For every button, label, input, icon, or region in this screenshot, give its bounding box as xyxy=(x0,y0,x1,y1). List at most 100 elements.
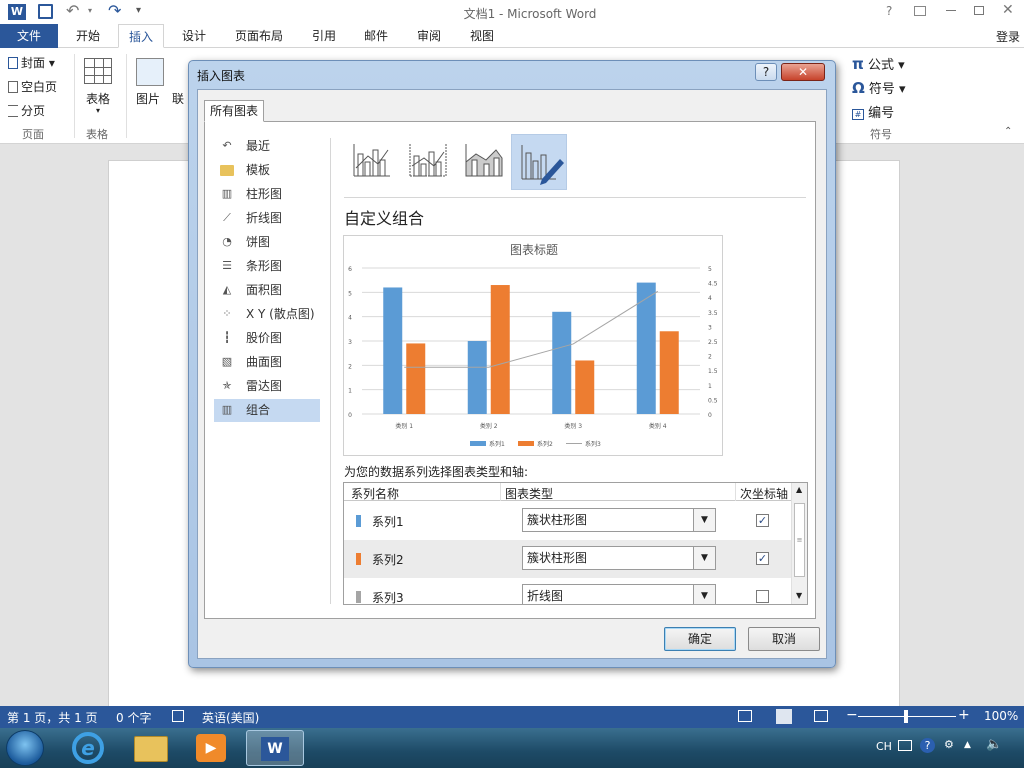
nav-radar[interactable]: ✯ 雷达图 xyxy=(214,375,320,397)
zoom-out-button[interactable]: − xyxy=(846,707,858,723)
restore-icon[interactable] xyxy=(974,6,984,15)
collapse-ribbon-icon[interactable]: ⌃ xyxy=(1004,126,1012,137)
scrollbar-thumb[interactable]: ≡ xyxy=(794,503,805,577)
media-player-icon[interactable]: ▶ xyxy=(196,734,226,762)
y-tick-label: 1 xyxy=(348,388,352,395)
volume-icon[interactable]: 🔈 xyxy=(986,737,1002,752)
nav-stock[interactable]: ┇ 股价图 xyxy=(214,327,320,349)
word-taskbar-button[interactable]: W xyxy=(246,730,304,766)
show-hidden-icons[interactable]: ▲ xyxy=(964,740,971,750)
folder-icon xyxy=(220,165,234,176)
secondary-axis-checkbox[interactable] xyxy=(756,590,769,603)
tab-references[interactable]: 引用 xyxy=(302,24,346,48)
tab-layout[interactable]: 页面布局 xyxy=(226,24,292,48)
tab-mailings[interactable]: 邮件 xyxy=(354,24,398,48)
read-mode-icon[interactable] xyxy=(738,710,752,722)
series-row: 系列1 簇状柱形图 ▼ ✓ xyxy=(344,502,791,540)
dropdown-arrow-icon[interactable]: ▼ xyxy=(693,585,715,604)
signin-link[interactable]: 登录 xyxy=(996,28,1020,45)
nav-scatter[interactable]: ⁘ X Y (散点图) xyxy=(214,303,320,325)
word-count[interactable]: 0 个字 xyxy=(116,709,151,726)
bar-chart-icon: ☰ xyxy=(222,259,232,272)
undo-icon[interactable]: ↶ xyxy=(66,1,79,20)
series-name: 系列1 xyxy=(372,515,404,529)
chart-type-select[interactable]: 簇状柱形图 ▼ xyxy=(522,508,716,532)
tab-review[interactable]: 审阅 xyxy=(406,24,452,48)
nav-column[interactable]: ▥ 柱形图 xyxy=(214,183,320,205)
tab-view[interactable]: 视图 xyxy=(460,24,504,48)
y-tick-label: 5 xyxy=(348,290,352,297)
nav-surface[interactable]: ▧ 曲面图 xyxy=(214,351,320,373)
nav-templates[interactable]: 模板 xyxy=(214,159,320,181)
ime-settings-icon[interactable]: ⚙ xyxy=(944,738,954,751)
combo-subtype-custom[interactable] xyxy=(511,134,567,190)
help-icon[interactable]: ? xyxy=(886,4,892,18)
blank-page-button[interactable]: 空白页 xyxy=(8,78,57,95)
tab-insert[interactable]: 插入 xyxy=(118,24,164,48)
word-app-icon[interactable]: W xyxy=(8,4,26,20)
tab-design[interactable]: 设计 xyxy=(172,24,216,48)
secondary-axis-checkbox[interactable]: ✓ xyxy=(756,514,769,527)
scroll-up-icon[interactable]: ▲ xyxy=(796,485,802,494)
nav-bar[interactable]: ☰ 条形图 xyxy=(214,255,320,277)
nav-line[interactable]: ⟋ 折线图 xyxy=(214,207,320,229)
table-dropdown-icon[interactable]: ▾ xyxy=(96,106,100,115)
language[interactable]: 英语(美国) xyxy=(202,709,259,726)
number-button[interactable]: # 编号 xyxy=(852,102,894,121)
file-explorer-icon[interactable] xyxy=(134,736,168,762)
tab-all-charts[interactable]: 所有图表 xyxy=(204,100,264,122)
web-layout-icon[interactable] xyxy=(814,710,828,722)
equation-button[interactable]: π 公式 ▾ xyxy=(852,54,905,73)
chart-type-select[interactable]: 折线图 ▼ xyxy=(522,584,716,604)
nav-pie[interactable]: ◔ 饼图 xyxy=(214,231,320,253)
dialog-help-button[interactable]: ? xyxy=(755,63,777,81)
dialog-close-button[interactable]: ✕ xyxy=(781,63,825,81)
combo-column-line-secondary-icon xyxy=(409,144,447,177)
customize-toolbar-icon[interactable]: ▾ xyxy=(136,5,141,16)
picture-button-label[interactable]: 图片 xyxy=(136,90,160,107)
ok-button[interactable]: 确定 xyxy=(664,627,736,651)
zoom-level[interactable]: 100% xyxy=(984,709,1018,723)
keyboard-icon[interactable] xyxy=(898,740,912,751)
chart-type-select[interactable]: 簇状柱形图 ▼ xyxy=(522,546,716,570)
nav-area[interactable]: ◭ 面积图 xyxy=(214,279,320,301)
symbol-button[interactable]: Ω 符号 ▾ xyxy=(852,78,906,97)
redo-icon[interactable]: ↷ xyxy=(108,1,121,20)
nav-combo[interactable]: ▥ 组合 xyxy=(214,399,320,422)
picture-icon[interactable] xyxy=(136,58,164,86)
undo-dropdown-icon[interactable]: ▾ xyxy=(88,6,92,15)
combo-subtype-2[interactable] xyxy=(402,136,452,186)
print-layout-icon[interactable] xyxy=(776,709,792,724)
close-icon[interactable]: ✕ xyxy=(1002,2,1014,18)
page-count[interactable]: 第 1 页，共 1 页 xyxy=(7,709,98,726)
ribbon-display-icon[interactable] xyxy=(914,6,926,16)
bar xyxy=(467,341,487,414)
nav-recent[interactable]: ↶ 最近 xyxy=(214,135,320,157)
tab-home[interactable]: 开始 xyxy=(66,24,110,48)
proofing-icon[interactable] xyxy=(172,710,184,722)
table-button-label[interactable]: 表格 xyxy=(86,90,110,107)
dropdown-arrow-icon[interactable]: ▼ xyxy=(693,547,715,569)
symbols-group-label: 符号 xyxy=(870,128,892,141)
page-break-button[interactable]: 分页 xyxy=(8,102,45,119)
save-icon[interactable] xyxy=(38,4,53,19)
cover-page-button[interactable]: 封面 ▾ xyxy=(8,54,55,71)
tab-file[interactable]: 文件 xyxy=(0,24,58,48)
zoom-in-button[interactable]: + xyxy=(958,707,970,723)
online-picture-label[interactable]: 联 xyxy=(172,90,184,107)
input-language[interactable]: CH xyxy=(876,740,892,753)
table-scrollbar[interactable]: ▲ ≡ ▼ xyxy=(791,483,807,604)
zoom-slider-thumb[interactable] xyxy=(904,710,908,723)
scroll-down-icon[interactable]: ▼ xyxy=(796,591,802,600)
secondary-axis-checkbox[interactable]: ✓ xyxy=(756,552,769,565)
start-button[interactable] xyxy=(6,730,44,766)
table-icon[interactable] xyxy=(84,58,112,84)
help-tray-icon[interactable]: ? xyxy=(920,738,935,753)
minimize-icon[interactable] xyxy=(946,10,956,11)
dropdown-arrow-icon[interactable]: ▼ xyxy=(693,509,715,531)
combo-subtype-3[interactable] xyxy=(458,136,508,186)
internet-explorer-icon[interactable]: e xyxy=(72,732,104,764)
cancel-button[interactable]: 取消 xyxy=(748,627,820,651)
blank-page-icon xyxy=(8,81,18,93)
combo-subtype-1[interactable] xyxy=(346,136,396,186)
